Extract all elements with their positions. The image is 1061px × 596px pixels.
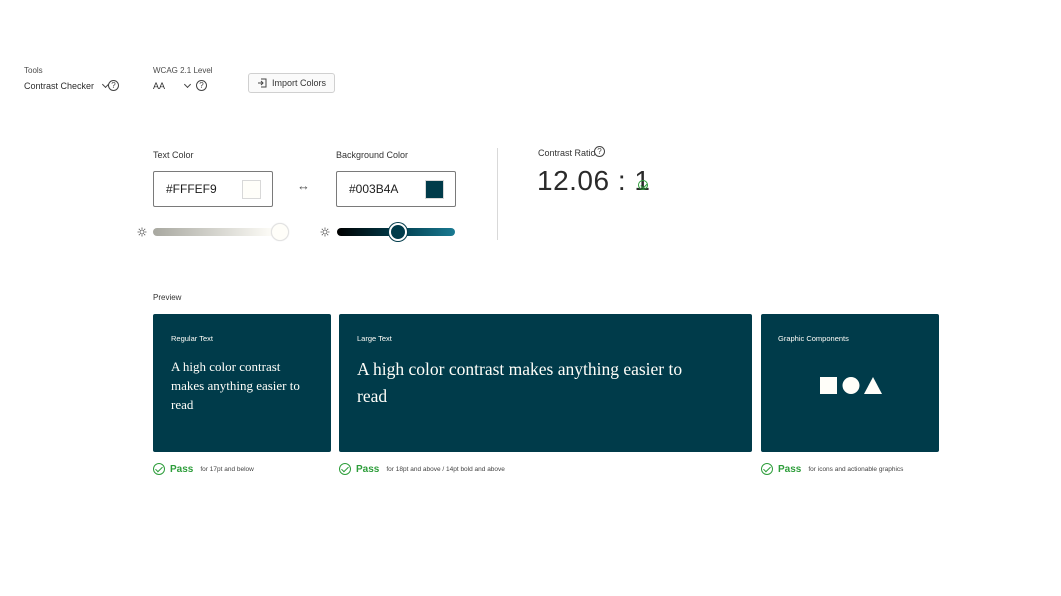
background-color-swatch[interactable] <box>425 179 444 199</box>
pass-check-icon <box>339 463 351 475</box>
pass-check-icon <box>153 463 165 475</box>
graphic-components-result: Pass for icons and actionable graphics <box>761 463 903 475</box>
chevron-down-icon <box>183 80 192 89</box>
pass-check-icon <box>761 463 773 475</box>
text-color-slider-thumb[interactable] <box>271 223 289 241</box>
wcag-level-dropdown[interactable]: AA <box>153 80 192 91</box>
text-color-slider[interactable] <box>153 223 289 241</box>
pass-label: Pass <box>356 463 380 475</box>
section-divider <box>497 148 498 240</box>
background-color-label: Background Color <box>336 150 409 160</box>
tools-dropdown[interactable]: Contrast Checker <box>24 80 110 91</box>
pass-note: for 17pt and below <box>200 465 254 473</box>
import-icon <box>258 78 267 88</box>
background-color-field[interactable] <box>336 171 456 207</box>
wcag-label: WCAG 2.1 Level <box>153 66 213 75</box>
graphic-components-card: Graphic Components <box>761 314 939 452</box>
contrast-ratio-label: Contrast Ratio <box>538 148 596 158</box>
square-icon <box>820 377 837 394</box>
background-color-slider-thumb[interactable] <box>389 223 407 241</box>
pass-check-icon <box>638 180 648 190</box>
brightness-icon <box>137 227 147 237</box>
text-color-input[interactable] <box>166 182 236 196</box>
wcag-help-icon[interactable]: ? <box>196 80 207 91</box>
import-colors-button[interactable]: Import Colors <box>248 73 336 93</box>
triangle-icon <box>864 377 882 394</box>
background-color-input[interactable] <box>349 182 419 196</box>
tools-help-icon[interactable]: ? <box>108 80 119 91</box>
circle-icon <box>842 377 860 394</box>
graphic-shapes <box>820 377 882 394</box>
pass-label: Pass <box>778 463 802 475</box>
text-color-slider-track <box>153 228 275 236</box>
regular-text-result: Pass for 17pt and below <box>153 463 254 475</box>
contrast-ratio-value: 12.06 : 1 <box>537 165 651 196</box>
import-colors-label: Import Colors <box>272 78 327 88</box>
background-color-slider[interactable] <box>337 223 455 241</box>
pass-note: for icons and actionable graphics <box>808 465 904 473</box>
regular-text-title: Regular Text <box>171 334 213 343</box>
text-color-swatch[interactable] <box>242 179 261 199</box>
wcag-level-value: AA <box>153 81 166 91</box>
large-text-title: Large Text <box>357 334 392 343</box>
pass-note: for 18pt and above / 14pt bold and above <box>386 465 505 473</box>
swap-colors-icon[interactable]: ↔ <box>297 178 310 193</box>
brightness-icon <box>320 227 330 237</box>
preview-label: Preview <box>153 293 182 302</box>
text-color-label: Text Color <box>153 150 194 160</box>
contrast-help-icon[interactable]: ? <box>594 146 605 157</box>
large-text-sample: A high color contrast makes anything eas… <box>357 359 683 406</box>
tools-dropdown-value: Contrast Checker <box>24 81 95 91</box>
regular-text-card: Regular Text A high color contrast makes… <box>153 314 331 452</box>
pass-label: Pass <box>170 463 194 475</box>
regular-text-sample: A high color contrast makes anything eas… <box>171 359 300 412</box>
large-text-result: Pass for 18pt and above / 14pt bold and … <box>339 463 505 475</box>
tools-label: Tools <box>24 66 43 75</box>
graphic-components-title: Graphic Components <box>778 334 849 343</box>
large-text-card: Large Text A high color contrast makes a… <box>339 314 752 452</box>
text-color-field[interactable] <box>153 171 273 207</box>
